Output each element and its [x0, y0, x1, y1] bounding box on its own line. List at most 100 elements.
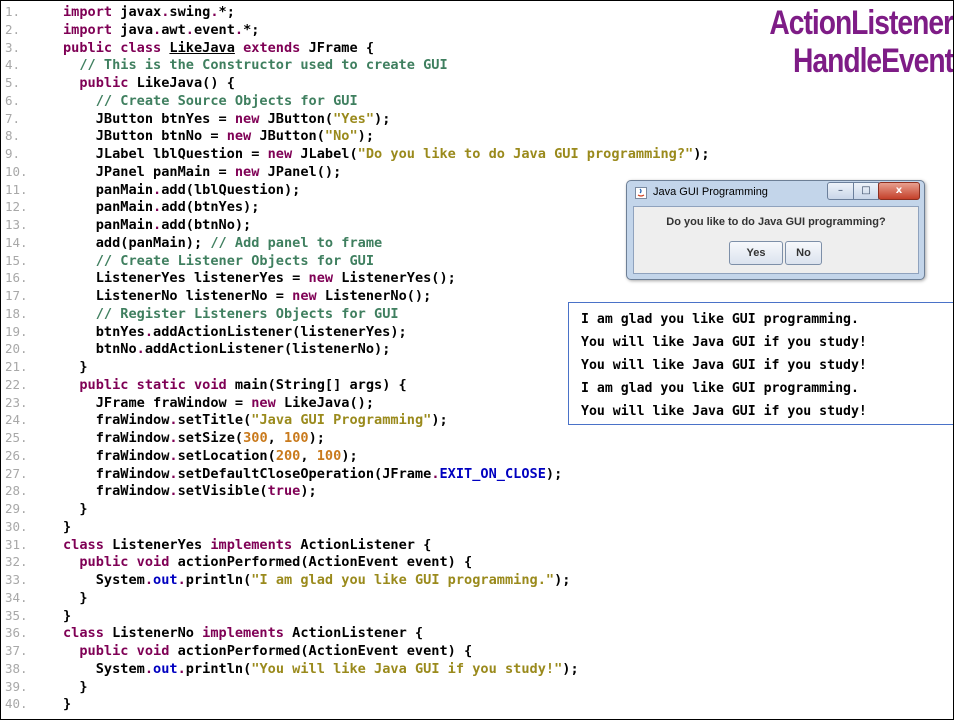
line-number: 31.	[5, 536, 28, 552]
code-token: .	[431, 465, 440, 482]
line-number: 25.	[5, 430, 28, 445]
code-token: );	[431, 412, 448, 429]
line-number: 1.	[5, 4, 21, 19]
code-token: JButton btnNo =	[63, 128, 227, 145]
code-token: JFrame {	[308, 39, 375, 56]
console-output: I am glad you like GUI programming. You …	[568, 302, 953, 425]
code-token: );	[562, 660, 579, 677]
code-token: "I am glad you like GUI programming."	[251, 572, 555, 588]
yes-button[interactable]: Yes	[729, 241, 783, 265]
code-line: 25. fraWindow.setSize(300, 100);	[1, 429, 710, 447]
code-line: 26. fraWindow.setLocation(200, 100);	[1, 447, 710, 465]
line-number: 15.	[5, 252, 28, 268]
line-number: 10.	[5, 163, 28, 179]
code-token: JLabel(	[300, 146, 358, 162]
code-token: ListenerYes();	[341, 270, 456, 287]
code-token: panMain	[63, 181, 154, 198]
code-token: event	[193, 21, 235, 38]
code-token: extends	[234, 39, 309, 56]
code-token: );	[545, 465, 563, 482]
code-token: import	[63, 21, 121, 38]
code-token: new	[292, 288, 325, 304]
line-number: 35.	[5, 607, 28, 623]
code-token: addActionListener(listenerNo);	[144, 341, 391, 358]
code-token: LikeJava() {	[136, 75, 235, 91]
code-line: 2. import java.awt.event.*;	[1, 21, 710, 39]
code-token: }	[63, 501, 88, 517]
code-token: .	[153, 217, 162, 233]
code-line: 16. ListenerYes listenerYes = new Listen…	[1, 269, 710, 287]
code-token: add(panMain);	[63, 234, 211, 251]
code-line: 34. }	[1, 589, 710, 607]
line-number: 39.	[5, 678, 28, 694]
code-line: 7. JButton btnYes = new JButton("Yes");	[1, 110, 710, 128]
line-number: 2.	[5, 21, 21, 37]
code-token: .	[169, 430, 178, 446]
code-line: 10. JPanel panMain = new JPanel();	[1, 163, 710, 181]
code-token: public class	[63, 39, 170, 56]
line-number: 21.	[5, 359, 28, 374]
line-number: 32.	[5, 554, 28, 570]
code-token: fraWindow	[63, 430, 170, 446]
code-token: setVisible(	[177, 483, 268, 500]
code-token: .	[153, 199, 162, 216]
code-token: JButton(	[259, 128, 325, 145]
code-token: "Yes"	[333, 110, 375, 127]
console-line: I am glad you like GUI programming.	[581, 381, 859, 396]
code-line: 4. // This is the Constructor used to cr…	[1, 56, 710, 74]
line-number: 38.	[5, 660, 28, 676]
line-number: 8.	[5, 128, 21, 144]
maximize-button[interactable]: □	[853, 182, 879, 200]
code-token: setLocation(	[177, 447, 276, 464]
code-token: main(String[] args) {	[234, 376, 407, 393]
code-token: public void	[79, 554, 178, 571]
code-token: actionPerformed(ActionEvent event) {	[177, 643, 473, 659]
code-line: 39. }	[1, 678, 710, 696]
code-token: .	[144, 323, 154, 340]
minimize-button[interactable]: –	[827, 182, 854, 200]
code-token: .	[169, 412, 178, 429]
code-line: 11. panMain.add(lblQuestion);	[1, 181, 710, 199]
code-token: }	[63, 359, 88, 375]
code-token: ,	[300, 447, 317, 464]
console-line: You will like Java GUI if you study!	[581, 404, 867, 419]
code-token: setSize(	[177, 430, 244, 446]
line-number: 33.	[5, 572, 28, 587]
code-token: }	[63, 678, 88, 695]
console-line: You will like Java GUI if you study!	[581, 335, 867, 350]
code-line: 28. fraWindow.setVisible(true);	[1, 482, 710, 500]
line-number: 29.	[5, 501, 28, 516]
line-number: 4.	[5, 57, 21, 73]
code-token: EXIT_ON_CLOSE	[439, 465, 546, 482]
line-number: 3.	[5, 39, 21, 55]
code-token: ListenerYes listenerYes =	[63, 270, 309, 287]
code-line: 13. panMain.add(btnNo);	[1, 216, 710, 234]
line-number: 9.	[5, 146, 21, 161]
code-token: "You will like Java GUI if you study!"	[251, 660, 563, 677]
code-token: setDefaultCloseOperation(JFrame	[177, 465, 432, 482]
code-token: fraWindow	[63, 447, 170, 464]
code-token: class	[63, 625, 113, 642]
code-line: 27. fraWindow.setDefaultCloseOperation(J…	[1, 465, 710, 483]
code-token: JFrame fraWindow =	[63, 394, 252, 411]
window-titlebar[interactable]: Java GUI Programming – □ x	[627, 181, 924, 205]
code-token: add(btnNo);	[161, 217, 252, 233]
code-token: btnNo	[63, 341, 137, 358]
no-button[interactable]: No	[785, 241, 822, 265]
code-token: // Add panel to frame	[210, 234, 383, 251]
code-token: public	[79, 75, 137, 91]
code-line: 36. class ListenerNo implements ActionLis…	[1, 624, 710, 642]
code-token: .	[234, 21, 244, 38]
code-token: "No"	[324, 128, 358, 145]
code-line: 30.}	[1, 518, 710, 536]
line-number: 28.	[5, 483, 28, 499]
code-token: );	[341, 447, 358, 464]
close-button[interactable]: x	[878, 182, 920, 200]
code-token: awt	[161, 21, 186, 38]
code-token: );	[374, 110, 391, 127]
line-number: 34.	[5, 589, 28, 605]
